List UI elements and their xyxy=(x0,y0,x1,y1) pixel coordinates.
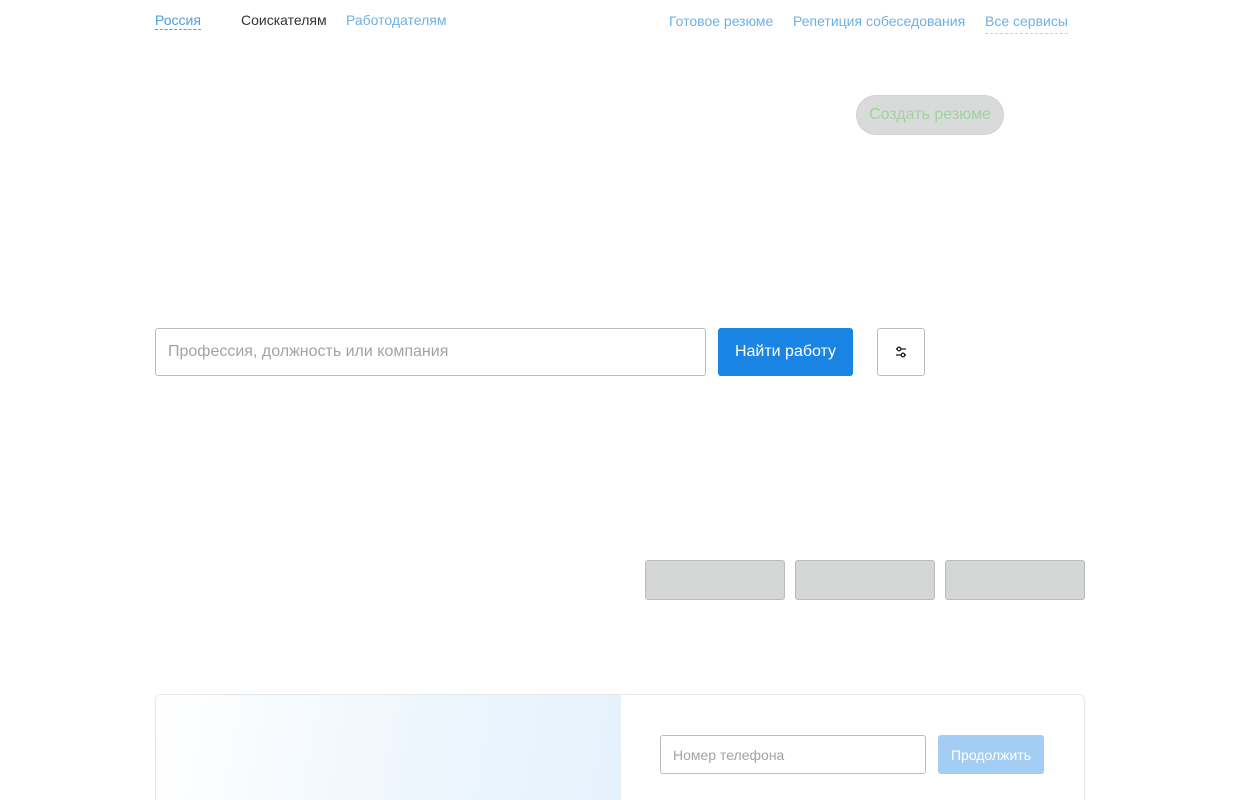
login-card: Продолжить xyxy=(155,694,1085,800)
nav-seekers[interactable]: Соискателям xyxy=(241,11,327,29)
nav-ready-resume[interactable]: Готовое резюме xyxy=(669,12,773,30)
sliders-icon xyxy=(896,346,906,358)
page: Россия Соискателям Работодателям Готовое… xyxy=(0,0,1240,800)
continue-button[interactable]: Продолжить xyxy=(938,735,1044,774)
nav-employers[interactable]: Работодателям xyxy=(346,11,447,29)
region-selector[interactable]: Россия xyxy=(155,11,201,30)
find-job-button[interactable]: Найти работу xyxy=(718,328,853,376)
nav-all-services[interactable]: Все сервисы xyxy=(985,12,1068,34)
nav-interview-practice[interactable]: Репетиция собеседования xyxy=(793,12,965,30)
advanced-search-button[interactable] xyxy=(877,328,925,376)
placeholder-button-3[interactable] xyxy=(945,560,1085,600)
login-illustration xyxy=(156,695,621,800)
create-resume-button[interactable]: Создать резюме xyxy=(856,95,1004,135)
placeholder-button-1[interactable] xyxy=(645,560,785,600)
placeholder-button-2[interactable] xyxy=(795,560,935,600)
phone-input[interactable] xyxy=(660,735,926,774)
search-input[interactable] xyxy=(155,328,706,376)
